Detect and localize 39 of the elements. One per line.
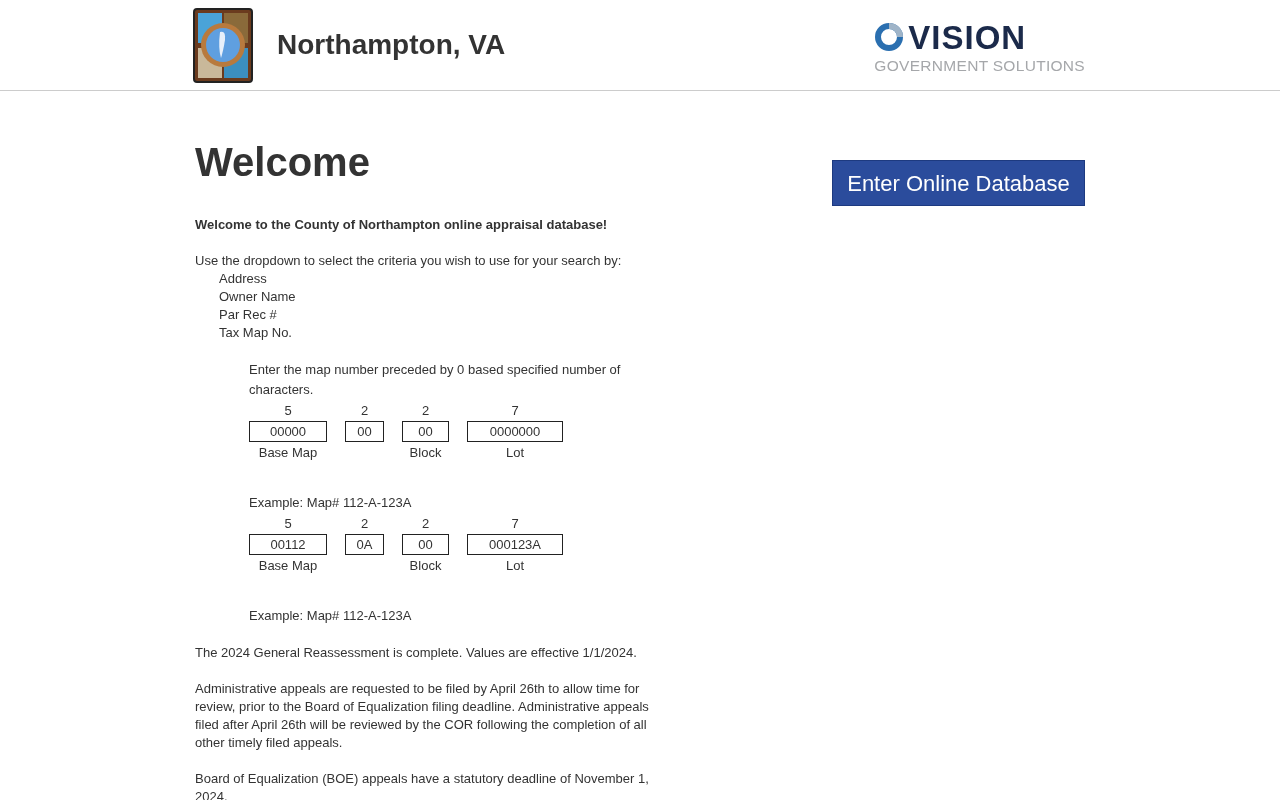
map-field-box: 00 xyxy=(345,421,384,442)
map-field-box: 00 xyxy=(402,534,449,555)
length-label: 5 xyxy=(283,515,293,533)
segment-label: Block xyxy=(408,444,443,462)
welcome-heading: Welcome xyxy=(195,142,371,182)
enter-database-button[interactable]: Enter Online Database xyxy=(832,160,1085,206)
segment-label: Base Map xyxy=(257,444,319,462)
body-paragraph: The 2024 General Reassessment is complete. Values are effective 1/1/2024. xyxy=(195,644,638,662)
map-field-box: 00112 xyxy=(249,534,327,555)
length-label: 7 xyxy=(510,402,520,420)
criteria-item: Tax Map No. xyxy=(218,324,293,342)
criteria-item: Address xyxy=(218,270,268,288)
body-paragraph: Administrative appeals are requested to be filed by April 26th to allow time for review, prior to the Board of Equalization filing deadline. Administrative appeals filed after April 26th will be reviewed by the COR following the completion of all other timely filed appeals. xyxy=(195,680,650,752)
site-title: Northampton, VA xyxy=(277,28,506,62)
map-help-text: Example: Map# 112-A-123A xyxy=(249,494,413,512)
map-help-text: Example: Map# 112-A-123A xyxy=(249,607,413,625)
map-help-text: Enter the map number preceded by 0 based specified number of characters. xyxy=(249,361,622,399)
ring-logo-icon xyxy=(874,22,905,53)
instructions-text: Use the dropdown to select the criteria you wish to use for your search by: xyxy=(195,252,623,270)
intro-text: Welcome to the County of Northampton online appraisal database! xyxy=(195,216,609,234)
segment-label: Block xyxy=(408,557,443,575)
length-label: 2 xyxy=(420,515,431,533)
segment-label: Base Map xyxy=(257,557,319,575)
criteria-item: Owner Name xyxy=(218,288,297,306)
map-field-box: 0000000 xyxy=(467,421,563,442)
map-field-box: 000123A xyxy=(467,534,563,555)
map-field-box: 00 xyxy=(402,421,449,442)
length-label: 5 xyxy=(283,402,293,420)
length-label: 2 xyxy=(359,515,370,533)
length-label: 2 xyxy=(359,402,370,420)
partner-logo-name: VISION xyxy=(908,20,1027,54)
length-label: 7 xyxy=(510,515,520,533)
length-label: 2 xyxy=(420,402,431,420)
map-field-box: 0A xyxy=(345,534,384,555)
criteria-item: Par Rec # xyxy=(218,306,278,324)
map-field-box: 00000 xyxy=(249,421,327,442)
segment-label: Lot xyxy=(504,444,526,462)
segment-label: Lot xyxy=(504,557,526,575)
partner-logo-tagline: GOVERNMENT SOLUTIONS xyxy=(874,57,1085,74)
